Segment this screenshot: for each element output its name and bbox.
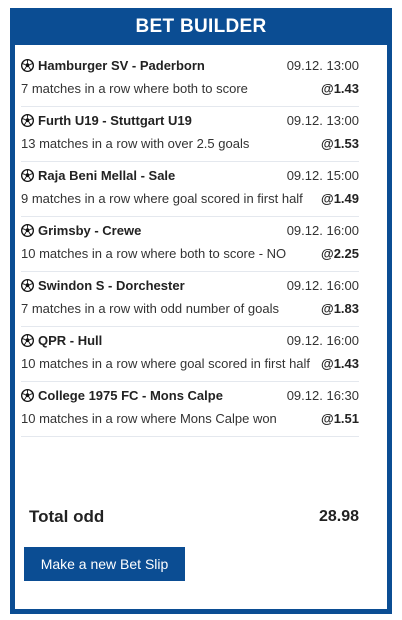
match-label: Furth U19 - Stuttgart U19 (38, 113, 192, 128)
match-label: Hamburger SV - Paderborn (38, 58, 205, 73)
match-label: College 1975 FC - Mons Calpe (38, 388, 223, 403)
match-name[interactable]: Furth U19 - Stuttgart U19 (21, 113, 192, 128)
total-odd-label: Total odd (29, 507, 105, 526)
match-time: 09.12. 16:00 (286, 278, 359, 293)
soccer-ball-icon (21, 279, 34, 292)
bet-item: Grimsby - Crewe 09.12. 16:00 10 matches … (21, 220, 359, 272)
bet-item: QPR - Hull 09.12. 16:00 10 matches in a … (21, 330, 359, 382)
bet-description: 7 matches in a row with odd number of go… (21, 301, 279, 316)
total-odd-value: 28.98 (318, 508, 359, 525)
bet-description: 13 matches in a row with over 2.5 goals (21, 136, 250, 151)
bet-item: College 1975 FC - Mons Calpe 09.12. 16:3… (21, 385, 359, 437)
bet-description: 10 matches in a row where goal scored in… (21, 356, 311, 371)
panel-title: BET BUILDER (15, 13, 387, 45)
match-label: Swindon S - Dorchester (38, 278, 185, 293)
match-time: 09.12. 13:00 (286, 113, 359, 128)
match-label: Grimsby - Crewe (38, 223, 142, 238)
match-name[interactable]: QPR - Hull (21, 333, 102, 348)
match-time: 09.12. 16:30 (286, 388, 359, 403)
bet-item: Furth U19 - Stuttgart U19 09.12. 13:00 1… (21, 110, 359, 162)
match-name[interactable]: Grimsby - Crewe (21, 223, 141, 238)
bet-odd: @1.43 (321, 81, 359, 96)
bet-description: 10 matches in a row where both to score … (21, 246, 287, 261)
bet-item: Raja Beni Mellal - Sale 09.12. 15:00 9 m… (21, 165, 359, 217)
bet-odd: @1.51 (321, 411, 359, 426)
bet-description: 7 matches in a row where both to score (21, 81, 248, 96)
soccer-ball-icon (21, 334, 34, 347)
match-name[interactable]: Hamburger SV - Paderborn (21, 58, 205, 73)
bet-odd: @1.53 (321, 136, 359, 151)
total-odd-row: Total odd 28.98 (29, 507, 359, 527)
match-time: 09.12. 16:00 (286, 333, 359, 348)
match-name[interactable]: Raja Beni Mellal - Sale (21, 168, 175, 183)
new-bet-slip-button[interactable]: Make a new Bet Slip (24, 547, 185, 581)
match-time: 09.12. 15:00 (286, 168, 359, 183)
bet-odd: @1.43 (321, 356, 359, 371)
bet-odd: @2.25 (321, 246, 359, 261)
bet-description: 10 matches in a row where Mons Calpe won (21, 411, 277, 426)
soccer-ball-icon (21, 224, 34, 237)
soccer-ball-icon (21, 169, 34, 182)
bet-odd: @1.49 (321, 191, 359, 206)
bet-description: 9 matches in a row where goal scored in … (21, 191, 303, 206)
bet-list: Hamburger SV - Paderborn 09.12. 13:00 7 … (21, 52, 359, 437)
bet-item: Swindon S - Dorchester 09.12. 16:00 7 ma… (21, 275, 359, 327)
match-label: QPR - Hull (38, 333, 103, 348)
bet-odd: @1.83 (321, 301, 359, 316)
soccer-ball-icon (21, 59, 34, 72)
soccer-ball-icon (21, 389, 34, 402)
match-name[interactable]: College 1975 FC - Mons Calpe (21, 388, 223, 403)
match-name[interactable]: Swindon S - Dorchester (21, 278, 185, 293)
match-label: Raja Beni Mellal - Sale (38, 168, 176, 183)
bet-item: Hamburger SV - Paderborn 09.12. 13:00 7 … (21, 55, 359, 107)
match-time: 09.12. 13:00 (286, 58, 359, 73)
soccer-ball-icon (21, 114, 34, 127)
match-time: 09.12. 16:00 (286, 223, 359, 238)
